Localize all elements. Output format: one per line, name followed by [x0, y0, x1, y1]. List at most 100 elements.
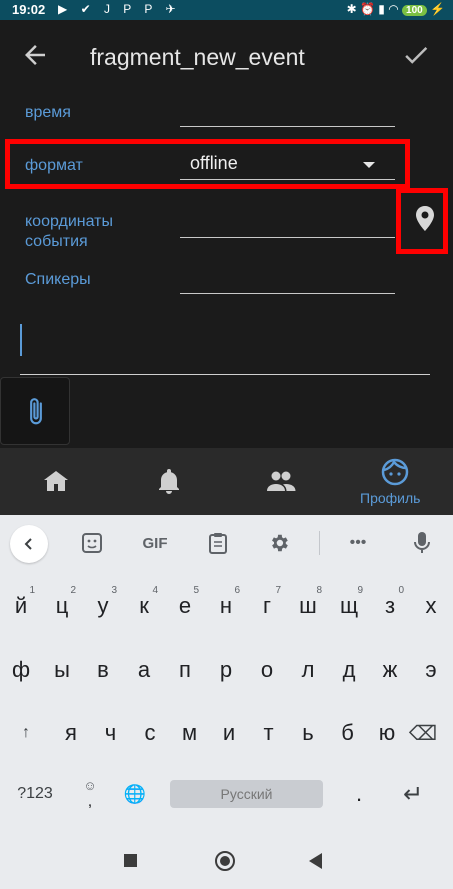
key-label: к	[139, 593, 149, 618]
key-label: ч	[104, 720, 117, 745]
format-selected-value[interactable]: offline	[190, 153, 238, 174]
nav-people[interactable]	[226, 448, 339, 515]
gear-icon[interactable]	[266, 528, 292, 558]
backspace-key[interactable]: ⌫	[403, 710, 443, 756]
key-hint: 8	[316, 585, 322, 596]
nav-profile[interactable]: Профиль	[339, 448, 453, 515]
key-hint: 1	[29, 585, 35, 596]
key-л[interactable]: л	[288, 647, 328, 693]
circle-home-icon[interactable]	[215, 851, 235, 871]
key-х[interactable]: х	[411, 583, 451, 629]
key-г[interactable]: г7	[247, 583, 287, 629]
key-label: ы	[54, 657, 70, 682]
nav-notifications[interactable]	[113, 448, 226, 515]
key-с[interactable]: с	[130, 710, 170, 756]
key-ж[interactable]: ж	[370, 647, 410, 693]
key-в[interactable]: в	[83, 647, 123, 693]
key-label: й	[14, 593, 28, 618]
speakers-label: Спикеры	[25, 271, 91, 288]
key-р[interactable]: р	[206, 647, 246, 693]
shift-key[interactable]: ↑	[6, 710, 46, 756]
key-е[interactable]: е5	[165, 583, 205, 629]
period-key[interactable]: .	[339, 771, 379, 817]
key-п[interactable]: п	[165, 647, 205, 693]
key-ч[interactable]: ч	[91, 710, 131, 756]
system-navigation-bar	[0, 833, 453, 889]
key-д[interactable]: д	[329, 647, 369, 693]
time-input[interactable]	[180, 126, 395, 127]
keyboard-toolbar: GIF •••	[0, 515, 453, 571]
dropdown-arrow-icon[interactable]	[363, 162, 375, 168]
key-label: м	[181, 720, 198, 745]
key-б[interactable]: б	[328, 710, 368, 756]
key-label: э	[425, 657, 437, 682]
key-label: я	[65, 720, 77, 745]
triangle-back-icon[interactable]	[309, 853, 322, 869]
key-й[interactable]: й1	[1, 583, 41, 629]
toolbar-divider	[319, 531, 320, 555]
key-hint: 6	[234, 585, 240, 596]
key-label: ц	[55, 593, 69, 618]
key-ь[interactable]: ь	[288, 710, 328, 756]
back-arrow-icon[interactable]	[20, 40, 50, 70]
coords-label-line2: события	[25, 233, 88, 250]
key-и[interactable]: и	[209, 710, 249, 756]
key-ц[interactable]: ц2	[42, 583, 82, 629]
nav-home[interactable]	[0, 448, 113, 515]
coords-input[interactable]	[180, 237, 395, 238]
system-status-icons: ✱ ⏰ ▮ ◠ 100 ⚡	[347, 2, 445, 16]
app-bar: fragment_new_event	[0, 20, 453, 92]
event-form: время формат offline координаты события …	[0, 92, 453, 448]
soft-keyboard: GIF ••• й1ц2у3к4е5н6г7ш8щ9з0х фывапролдж…	[0, 515, 453, 833]
nav-profile-label: Профиль	[360, 490, 421, 506]
key-з[interactable]: з0	[370, 583, 410, 629]
key-row-1: й1ц2у3к4е5н6г7ш8щ9з0х	[0, 583, 453, 629]
location-pin-icon[interactable]	[413, 205, 437, 233]
clipboard-icon[interactable]	[205, 528, 231, 558]
key-label: ж	[382, 657, 398, 682]
chevron-left-icon[interactable]	[10, 525, 48, 563]
key-у[interactable]: у3	[83, 583, 123, 629]
key-э[interactable]: э	[411, 647, 451, 693]
key-ш[interactable]: ш8	[288, 583, 328, 629]
globe-icon[interactable]: 🌐	[115, 771, 155, 817]
key-label: п	[179, 657, 191, 682]
key-а[interactable]: а	[124, 647, 164, 693]
key-label: щ	[339, 593, 359, 618]
comma-label: ,	[87, 792, 93, 810]
time-label: время	[25, 104, 71, 121]
key-hint: 5	[193, 585, 199, 596]
gif-button[interactable]: GIF	[136, 528, 174, 558]
key-н[interactable]: н6	[206, 583, 246, 629]
key-я[interactable]: я	[51, 710, 91, 756]
people-icon	[266, 470, 296, 497]
sticker-icon[interactable]	[78, 528, 106, 558]
key-ю[interactable]: ю	[367, 710, 407, 756]
key-щ[interactable]: щ9	[329, 583, 369, 629]
key-к[interactable]: к4	[124, 583, 164, 629]
attach-button[interactable]	[0, 377, 70, 445]
text-input[interactable]	[20, 374, 430, 375]
key-row-4: ?123 ☺ , 🌐 Русский . ↵	[0, 771, 453, 817]
comma-emoji-key[interactable]: ☺ ,	[70, 771, 110, 817]
notification-icons: ▶ ✔ J P P ✈	[58, 2, 181, 16]
key-м[interactable]: м	[170, 710, 210, 756]
key-label: у	[97, 593, 109, 618]
enter-key[interactable]: ↵	[393, 771, 433, 817]
key-label: г	[262, 593, 272, 618]
key-ы[interactable]: ы	[42, 647, 82, 693]
key-label: и	[222, 720, 236, 745]
space-key[interactable]: Русский	[170, 780, 323, 808]
key-ф[interactable]: ф	[1, 647, 41, 693]
numbers-key[interactable]: ?123	[10, 771, 60, 817]
status-indicator-icons: ✱ ⏰ ▮ ◠	[346, 2, 399, 16]
check-icon[interactable]	[401, 40, 431, 70]
mic-icon[interactable]	[410, 528, 434, 558]
key-о[interactable]: о	[247, 647, 287, 693]
speakers-input[interactable]	[180, 293, 395, 294]
more-button[interactable]: •••	[340, 528, 376, 558]
square-recents-icon[interactable]	[124, 854, 137, 867]
key-т[interactable]: т	[249, 710, 289, 756]
format-dropdown[interactable]	[180, 179, 395, 180]
key-hint: 4	[152, 585, 158, 596]
